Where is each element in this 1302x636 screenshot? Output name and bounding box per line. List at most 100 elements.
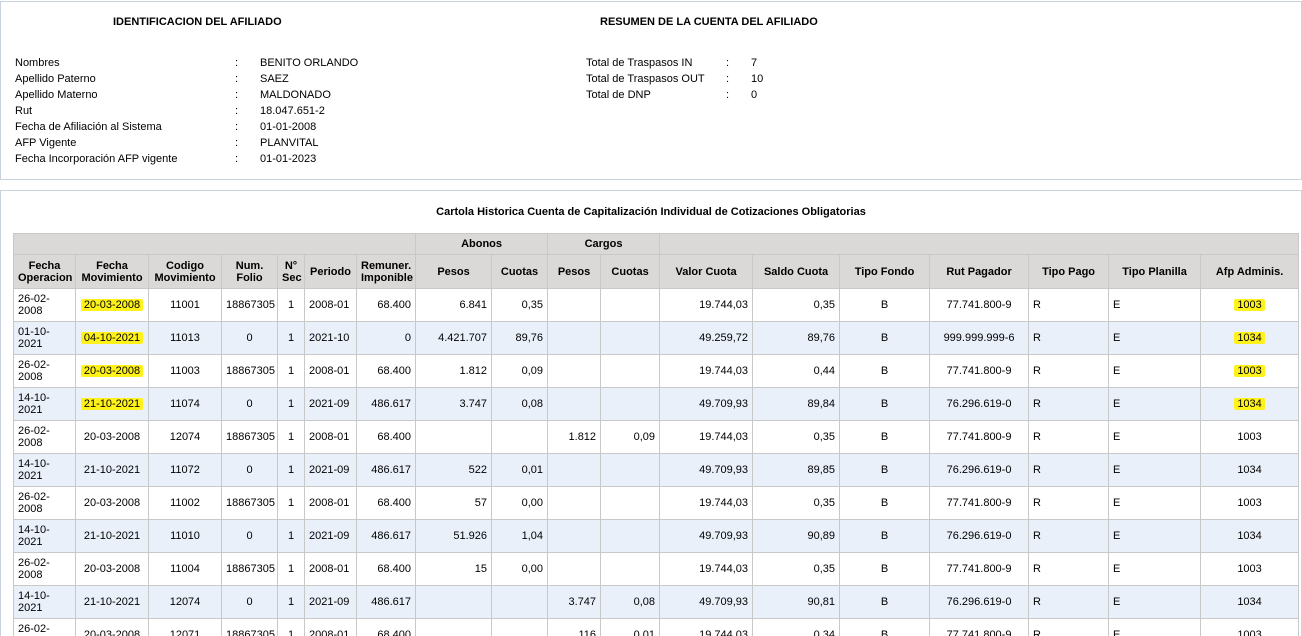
table-row: 14-10-202121-10-202111010012021-09486.61… [14,520,1299,553]
cell-tipo-planilla: E [1109,487,1201,520]
cell-fecha-movimiento: 21-10-2021 [76,586,149,619]
identification-row: AFP Vigente:PLANVITAL [1,135,561,151]
cell-cargos-pesos [548,388,601,421]
cell-cargos-cuotas [601,487,660,520]
cell-codigo-movimiento: 11074 [149,388,222,421]
col-remuner-imponible: Remuner. Imponible [357,255,416,289]
cell-fecha-operacion: 26-02-2008 [14,553,76,586]
cell-tipo-planilla: E [1109,520,1201,553]
cell-rut-pagador: 77.741.800-9 [930,619,1029,636]
cell-num-sec: 1 [278,388,305,421]
cell-cargos-pesos [548,553,601,586]
cell-valor-cuota: 19.744,03 [660,289,753,322]
separator: : [726,87,729,103]
identification-row: Fecha de Afiliación al Sistema:01-01-200… [1,119,561,135]
cell-tipo-fondo: B [840,454,930,487]
header-spacer [14,234,416,255]
cell-cargos-cuotas: 0,08 [601,586,660,619]
cell-tipo-planilla: E [1109,619,1201,636]
cell-tipo-planilla: E [1109,355,1201,388]
col-fecha-movimiento: Fecha Movimiento [76,255,149,289]
cell-tipo-fondo: B [840,322,930,355]
cell-cargos-cuotas [601,454,660,487]
col-periodo: Periodo [305,255,357,289]
cell-num-sec: 1 [278,355,305,388]
table-row: 01-10-202104-10-202111013012021-1004.421… [14,322,1299,355]
cell-remuner-imponible: 486.617 [357,454,416,487]
col-num-sec: N° Sec [278,255,305,289]
cell-fecha-movimiento: 20-03-2008 [76,355,149,388]
cell-abonos-cuotas: 0,01 [492,454,548,487]
summary-label: Total de Traspasos OUT [586,71,705,87]
cell-abonos-cuotas: 0,09 [492,355,548,388]
cell-saldo-cuota: 89,84 [753,388,840,421]
col-cargos-cuotas: Cuotas [601,255,660,289]
cell-num-folio: 0 [222,322,278,355]
cell-tipo-fondo: B [840,553,930,586]
identification-label: Fecha Incorporación AFP vigente [15,151,177,167]
col-cargos-pesos: Pesos [548,255,601,289]
cell-fecha-operacion: 26-02-2008 [14,487,76,520]
cell-afp-adminis: 1003 [1201,619,1299,636]
cell-abonos-cuotas [492,619,548,636]
cell-num-folio: 0 [222,454,278,487]
header-spacer-right [660,234,1299,255]
summary-row: Total de Traspasos IN:7 [1,55,901,71]
cell-fecha-movimiento: 20-03-2008 [76,421,149,454]
cell-abonos-pesos: 3.747 [416,388,492,421]
col-tipo-fondo: Tipo Fondo [840,255,930,289]
cell-codigo-movimiento: 11010 [149,520,222,553]
cell-num-folio: 18867305 [222,553,278,586]
cell-abonos-cuotas: 1,04 [492,520,548,553]
cell-abonos-pesos: 1.812 [416,355,492,388]
cell-fecha-movimiento: 20-03-2008 [76,289,149,322]
cell-abonos-cuotas: 0,08 [492,388,548,421]
cell-rut-pagador: 76.296.619-0 [930,586,1029,619]
cell-num-sec: 1 [278,289,305,322]
cell-valor-cuota: 49.709,93 [660,586,753,619]
cell-num-sec: 1 [278,586,305,619]
identification-row: Rut:18.047.651-2 [1,103,561,119]
cell-saldo-cuota: 90,81 [753,586,840,619]
cell-remuner-imponible: 68.400 [357,487,416,520]
cell-remuner-imponible: 486.617 [357,520,416,553]
cell-codigo-movimiento: 12071 [149,619,222,636]
col-tipo-pago: Tipo Pago [1029,255,1109,289]
cell-cargos-pesos [548,322,601,355]
cell-afp-adminis: 1034 [1201,388,1299,421]
cell-tipo-pago: R [1029,586,1109,619]
cell-tipo-fondo: B [840,586,930,619]
cell-cargos-cuotas [601,388,660,421]
cell-abonos-pesos: 522 [416,454,492,487]
table-row: 26-02-200820-03-2008110031886730512008-0… [14,355,1299,388]
cell-valor-cuota: 49.259,72 [660,322,753,355]
col-abonos-cuotas: Cuotas [492,255,548,289]
identification-value: 01-01-2008 [260,119,316,135]
col-fecha-operacion: Fecha Operacion [14,255,76,289]
cell-abonos-cuotas: 89,76 [492,322,548,355]
identification-value: 18.047.651-2 [260,103,325,119]
header-abonos: Abonos [416,234,548,255]
summary-row: Total de Traspasos OUT:10 [1,71,901,87]
cell-codigo-movimiento: 11004 [149,553,222,586]
cell-abonos-cuotas [492,421,548,454]
cell-cargos-pesos [548,289,601,322]
cell-rut-pagador: 77.741.800-9 [930,487,1029,520]
cell-tipo-pago: R [1029,619,1109,636]
affiliate-header-panel: IDENTIFICACION DEL AFILIADO RESUMEN DE L… [0,1,1302,180]
summary-label: Total de DNP [586,87,651,103]
cell-abonos-cuotas: 0,00 [492,487,548,520]
cell-periodo: 2021-09 [305,586,357,619]
separator: : [726,71,729,87]
cell-tipo-planilla: E [1109,553,1201,586]
cell-cargos-cuotas [601,322,660,355]
cell-num-sec: 1 [278,553,305,586]
cell-periodo: 2021-09 [305,454,357,487]
cell-abonos-pesos: 4.421.707 [416,322,492,355]
cell-valor-cuota: 19.744,03 [660,355,753,388]
cell-saldo-cuota: 0,35 [753,421,840,454]
cell-tipo-pago: R [1029,520,1109,553]
cell-tipo-fondo: B [840,487,930,520]
cell-saldo-cuota: 0,35 [753,289,840,322]
cell-cargos-pesos [548,520,601,553]
